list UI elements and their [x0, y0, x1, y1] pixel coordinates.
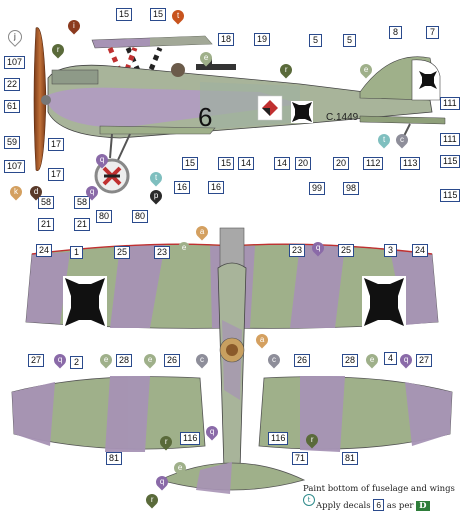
callout-plan: 4 — [384, 352, 397, 365]
callout-side: 20 — [295, 157, 312, 170]
callout-plan: 1 — [70, 246, 83, 259]
callout-side: 15 — [116, 8, 133, 21]
decal-flag-icon: D — [416, 501, 430, 511]
callout-side: 107 — [4, 56, 26, 69]
callout-plan: 81 — [342, 452, 359, 465]
callout-side: 80 — [132, 210, 149, 223]
callout-side: 58 — [38, 196, 55, 209]
callout-side: 112 — [363, 157, 384, 170]
callout-side: 19 — [254, 33, 271, 46]
callout-plan: 26 — [164, 354, 181, 367]
paint-ref-icon: t — [303, 494, 315, 506]
callout-side: 5 — [309, 34, 322, 47]
callout-plan: 81 — [106, 452, 123, 465]
callout-plan: 116 — [268, 432, 289, 445]
callout-side: 8 — [389, 26, 402, 39]
callout-side: 107 — [4, 160, 26, 173]
callout-side: 99 — [309, 182, 326, 195]
callout-side: 21 — [38, 218, 55, 231]
callout-plan: 25 — [338, 244, 355, 257]
callout-side: 113 — [400, 157, 421, 170]
callout-side: 17 — [48, 138, 65, 151]
callout-side: 111 — [440, 133, 460, 146]
callout-plan: 116 — [180, 432, 201, 445]
callout-plan: 28 — [342, 354, 359, 367]
callout-side: 61 — [4, 100, 21, 113]
callout-side: 15 — [218, 157, 235, 170]
upper-wing-cross-right — [362, 276, 406, 328]
callout-side: 5 — [343, 34, 356, 47]
callout-side: 111 — [440, 97, 460, 110]
callout-side: 16 — [208, 181, 225, 194]
callout-side: 15 — [150, 8, 167, 21]
fuselage-cross — [291, 101, 313, 123]
callout-side: 20 — [333, 157, 350, 170]
decal-note: Apply decals 6 as per D — [316, 499, 430, 511]
serial-code: C.1449 — [326, 112, 359, 123]
callout-plan: 71 — [292, 452, 309, 465]
decal-ref: 6 — [373, 499, 385, 511]
callout-side: 115 — [440, 155, 461, 168]
callout-plan: 24 — [412, 244, 429, 257]
callout-side: 58 — [74, 196, 91, 209]
callout-plan: 26 — [294, 354, 311, 367]
callout-plan: 2 — [70, 356, 83, 369]
callout-side: 22 — [4, 78, 21, 91]
callout-side: 21 — [74, 218, 91, 231]
callout-side: 14 — [238, 157, 255, 170]
callout-side: 7 — [426, 26, 439, 39]
callout-side: 115 — [440, 189, 461, 202]
callout-plan: 23 — [289, 244, 306, 257]
callout-plan: 28 — [116, 354, 133, 367]
callout-side: 80 — [96, 210, 113, 223]
callout-plan: 24 — [36, 244, 53, 257]
callout-plan: 3 — [384, 244, 397, 257]
callout-plan: 27 — [416, 354, 433, 367]
upper-wing-cross-left — [63, 276, 107, 328]
callout-plan: 25 — [114, 246, 131, 259]
callout-side: 59 — [4, 136, 21, 149]
callout-side: 15 — [182, 157, 199, 170]
callout-side: 98 — [343, 182, 360, 195]
callout-side: 14 — [274, 157, 291, 170]
callout-side: 17 — [48, 168, 65, 181]
callout-side: 18 — [218, 33, 235, 46]
callout-side: 16 — [174, 181, 191, 194]
callout-plan: 23 — [154, 246, 171, 259]
callout-plan: 27 — [28, 354, 45, 367]
